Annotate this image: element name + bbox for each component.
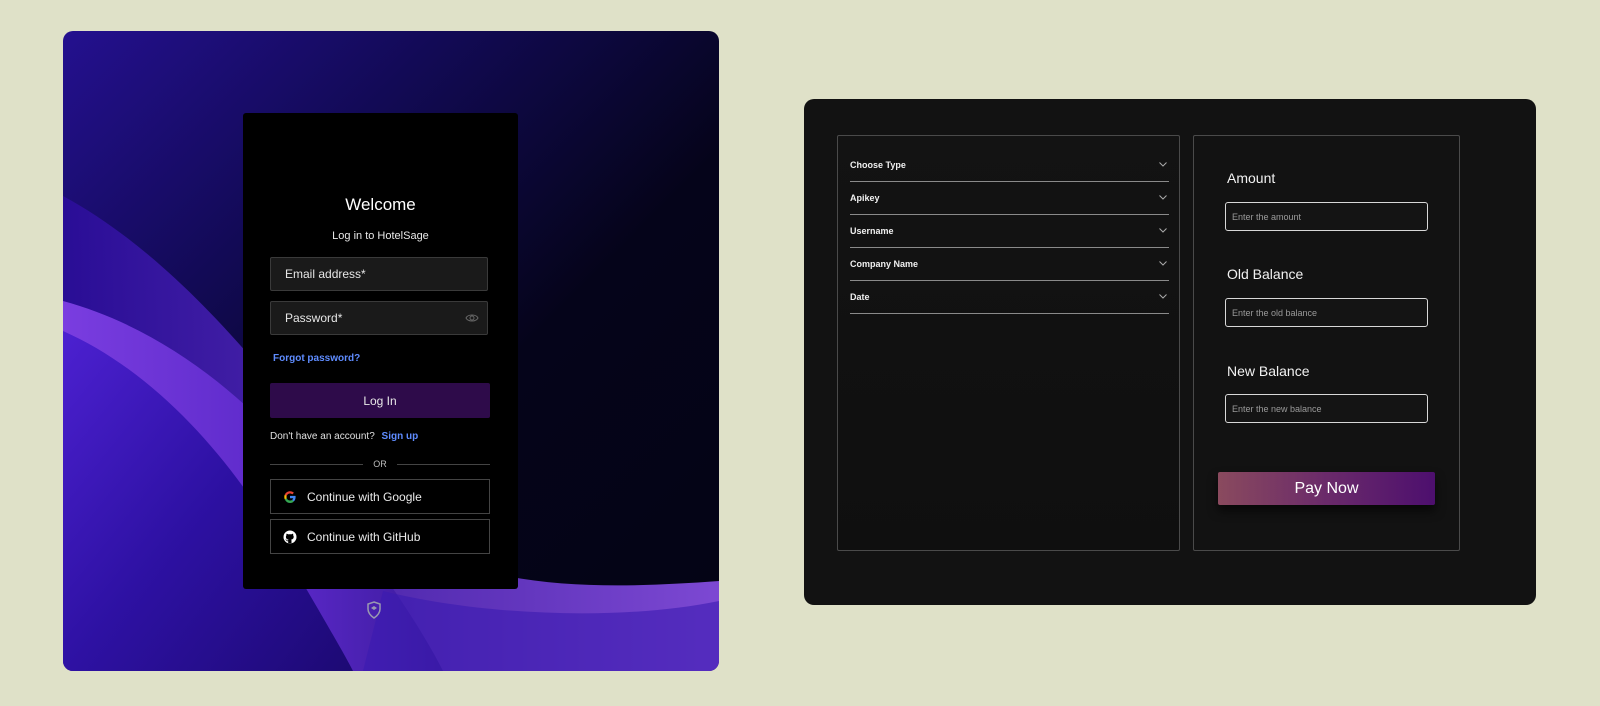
accordion-label: Date <box>850 291 870 302</box>
eye-icon[interactable] <box>465 312 479 324</box>
new-balance-input[interactable]: Enter the new balance <box>1225 394 1428 423</box>
chevron-down-icon <box>1159 228 1167 233</box>
password-placeholder: Password* <box>285 311 343 325</box>
new-balance-label: New Balance <box>1227 363 1310 379</box>
accordion-label: Apikey <box>850 192 880 203</box>
github-icon <box>283 530 297 543</box>
chevron-down-icon <box>1159 162 1167 167</box>
google-login-button[interactable]: Continue with Google <box>270 479 490 514</box>
password-field[interactable]: Password* <box>270 301 488 335</box>
email-placeholder: Email address* <box>285 267 366 281</box>
login-button[interactable]: Log In <box>270 383 490 418</box>
signup-line: Don't have an account? Sign up <box>270 431 418 442</box>
accordion-box: Choose Type Apikey Username Company Name… <box>837 135 1180 551</box>
accordion-label: Company Name <box>850 258 919 269</box>
old-balance-placeholder: Enter the old balance <box>1232 307 1318 318</box>
chevron-down-icon <box>1159 261 1167 266</box>
login-card: Welcome Log in to HotelSage Email addres… <box>243 113 518 589</box>
google-icon <box>284 490 296 503</box>
pay-now-button[interactable]: Pay Now <box>1218 472 1435 505</box>
accordion-item-choose-type[interactable]: Choose Type <box>850 148 1169 182</box>
email-field[interactable]: Email address* <box>270 257 488 291</box>
welcome-title: Welcome <box>345 195 416 214</box>
accordion-item-username[interactable]: Username <box>850 214 1169 248</box>
amount-placeholder: Enter the amount <box>1232 211 1302 222</box>
google-label: Continue with Google <box>307 489 422 504</box>
old-balance-input[interactable]: Enter the old balance <box>1225 298 1428 327</box>
amount-input[interactable]: Enter the amount <box>1225 202 1428 231</box>
github-label: Continue with GitHub <box>307 529 421 544</box>
shield-icon <box>367 601 381 619</box>
accordion-item-date[interactable]: Date <box>850 280 1169 314</box>
divider-line-right <box>396 463 490 465</box>
payment-form: Amount Enter the amount Old Balance Ente… <box>1193 135 1460 551</box>
new-balance-placeholder: Enter the new balance <box>1232 403 1322 414</box>
github-login-button[interactable]: Continue with GitHub <box>270 519 490 554</box>
divider-line-left <box>270 463 364 465</box>
accordion-label: Choose Type <box>850 159 906 170</box>
forgot-password-link[interactable]: Forgot password? <box>273 353 360 364</box>
login-panel: Welcome Log in to HotelSage Email addres… <box>63 31 719 671</box>
signup-link[interactable]: Sign up <box>382 431 419 442</box>
chevron-down-icon <box>1159 195 1167 200</box>
no-account-text: Don't have an account? <box>270 431 375 442</box>
amount-label: Amount <box>1227 170 1276 186</box>
old-balance-label: Old Balance <box>1227 266 1304 282</box>
payment-panel: Choose Type Apikey Username Company Name… <box>804 99 1536 605</box>
chevron-down-icon <box>1159 294 1167 299</box>
accordion-label: Username <box>850 225 894 236</box>
or-divider: OR <box>270 458 490 470</box>
login-subtitle: Log in to HotelSage <box>332 230 429 242</box>
accordion-item-apikey[interactable]: Apikey <box>850 181 1169 215</box>
accordion-item-company-name[interactable]: Company Name <box>850 247 1169 281</box>
or-text: OR <box>373 459 387 469</box>
